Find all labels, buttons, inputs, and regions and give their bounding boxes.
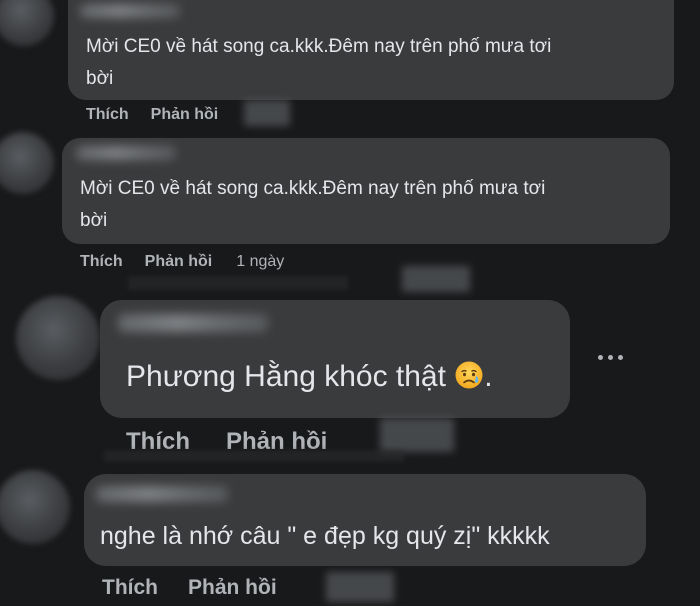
avatar[interactable] bbox=[0, 132, 54, 194]
commenter-name-blurred[interactable] bbox=[118, 314, 268, 332]
comment-text: Phương Hằng khóc thật . bbox=[126, 360, 493, 398]
comment-actions: Thích Phản hồi bbox=[102, 576, 277, 600]
ghost-text-blurred bbox=[128, 276, 348, 290]
like-link[interactable]: Thích bbox=[102, 576, 158, 600]
redacted-timestamp bbox=[326, 572, 394, 602]
avatar[interactable] bbox=[16, 296, 100, 380]
reply-link[interactable]: Phản hồi bbox=[188, 576, 277, 600]
redacted-timestamp bbox=[380, 418, 454, 452]
ghost-text-blurred bbox=[104, 450, 404, 462]
comment-text: Mời CE0 về hát song ca.kkk.Đêm nay trên … bbox=[80, 178, 546, 199]
comment-thread: Mời CE0 về hát song ca.kkk.Đêm nay trên … bbox=[0, 0, 700, 606]
reply-link[interactable]: Phản hồi bbox=[151, 106, 219, 124]
comment-text-continued: bời bbox=[80, 210, 108, 231]
comment-text: Mời CE0 về hát song ca.kkk.Đêm nay trên … bbox=[86, 36, 552, 57]
comment-text: nghe là nhớ câu " e đẹp kg quý zị" kkkkk bbox=[100, 522, 550, 550]
commenter-name-blurred[interactable] bbox=[80, 4, 180, 18]
sad-but-relieved-face-icon bbox=[454, 360, 484, 398]
comment-actions: Thích Phản hồi 1 ngày bbox=[80, 253, 284, 271]
commenter-name-blurred[interactable] bbox=[96, 486, 228, 502]
comment-text-continued: bời bbox=[86, 68, 114, 89]
reply-link[interactable]: Phản hồi bbox=[145, 253, 213, 271]
commenter-name-blurred[interactable] bbox=[76, 146, 176, 160]
like-link[interactable]: Thích bbox=[86, 106, 129, 124]
comment-timestamp[interactable]: 1 ngày bbox=[236, 253, 284, 271]
avatar[interactable] bbox=[0, 0, 54, 46]
redacted-timestamp bbox=[244, 100, 290, 126]
more-options-icon[interactable] bbox=[598, 355, 623, 360]
redacted-area bbox=[402, 266, 470, 292]
comment-actions: Thích Phản hồi bbox=[86, 106, 218, 124]
like-link[interactable]: Thích bbox=[80, 253, 123, 271]
avatar[interactable] bbox=[0, 470, 70, 544]
